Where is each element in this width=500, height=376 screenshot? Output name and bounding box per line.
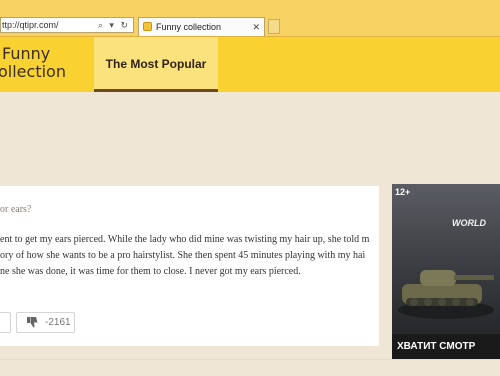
post-body: ent to get my ears pierced. While the la… xyxy=(0,232,379,280)
logo-line-1: Funny xyxy=(2,44,51,63)
tank-illustration xyxy=(398,270,494,319)
tab-title: Funny collection xyxy=(156,22,222,32)
logo-line-2: ollection xyxy=(0,62,66,81)
new-tab-button[interactable] xyxy=(268,19,280,34)
ad-banner-text: ХВАТИТ СМОТР xyxy=(397,341,476,352)
post-question: or ears? xyxy=(0,204,32,215)
ad-brand: WORLD xyxy=(452,218,486,228)
browser-chrome: ttp://qtipr.com/ ⌕ ▾ ↻ Funny collection … xyxy=(0,0,500,37)
post-line: ory of how she wants to be a pro hairsty… xyxy=(0,250,366,261)
post-line: ne she was done, it was time for them to… xyxy=(0,266,301,277)
post-card: or ears? ent to get my ears pierced. Whi… xyxy=(0,186,379,346)
nav-most-popular-label: The Most Popular xyxy=(105,57,207,71)
thumbs-down-icon xyxy=(27,317,38,331)
address-controls[interactable]: ⌕ ▾ ↻ xyxy=(98,18,130,32)
site-header: Funny ollection xyxy=(0,37,500,92)
address-bar[interactable]: ttp://qtipr.com/ ⌕ ▾ ↻ xyxy=(0,17,134,33)
browser-tab[interactable]: Funny collection ✕ xyxy=(138,17,265,36)
dislike-count: -2161 xyxy=(45,317,71,328)
ad-banner[interactable]: ХВАТИТ СМОТР xyxy=(392,334,500,359)
favicon-icon xyxy=(143,22,152,31)
advertisement[interactable]: 12+ WORLD ХВАТИТ СМОТР xyxy=(392,184,500,359)
post-line: ent to get my ears pierced. While the la… xyxy=(0,234,370,245)
nav-most-popular[interactable]: The Most Popular xyxy=(94,37,218,92)
close-tab-icon[interactable]: ✕ xyxy=(252,19,260,36)
address-text: ttp://qtipr.com/ xyxy=(2,20,59,30)
dislike-button[interactable]: -2161 xyxy=(16,312,75,333)
age-rating: 12+ xyxy=(395,187,411,197)
page-bottom xyxy=(0,359,500,376)
site-logo[interactable]: Funny ollection xyxy=(0,45,92,81)
like-button[interactable] xyxy=(0,312,11,333)
